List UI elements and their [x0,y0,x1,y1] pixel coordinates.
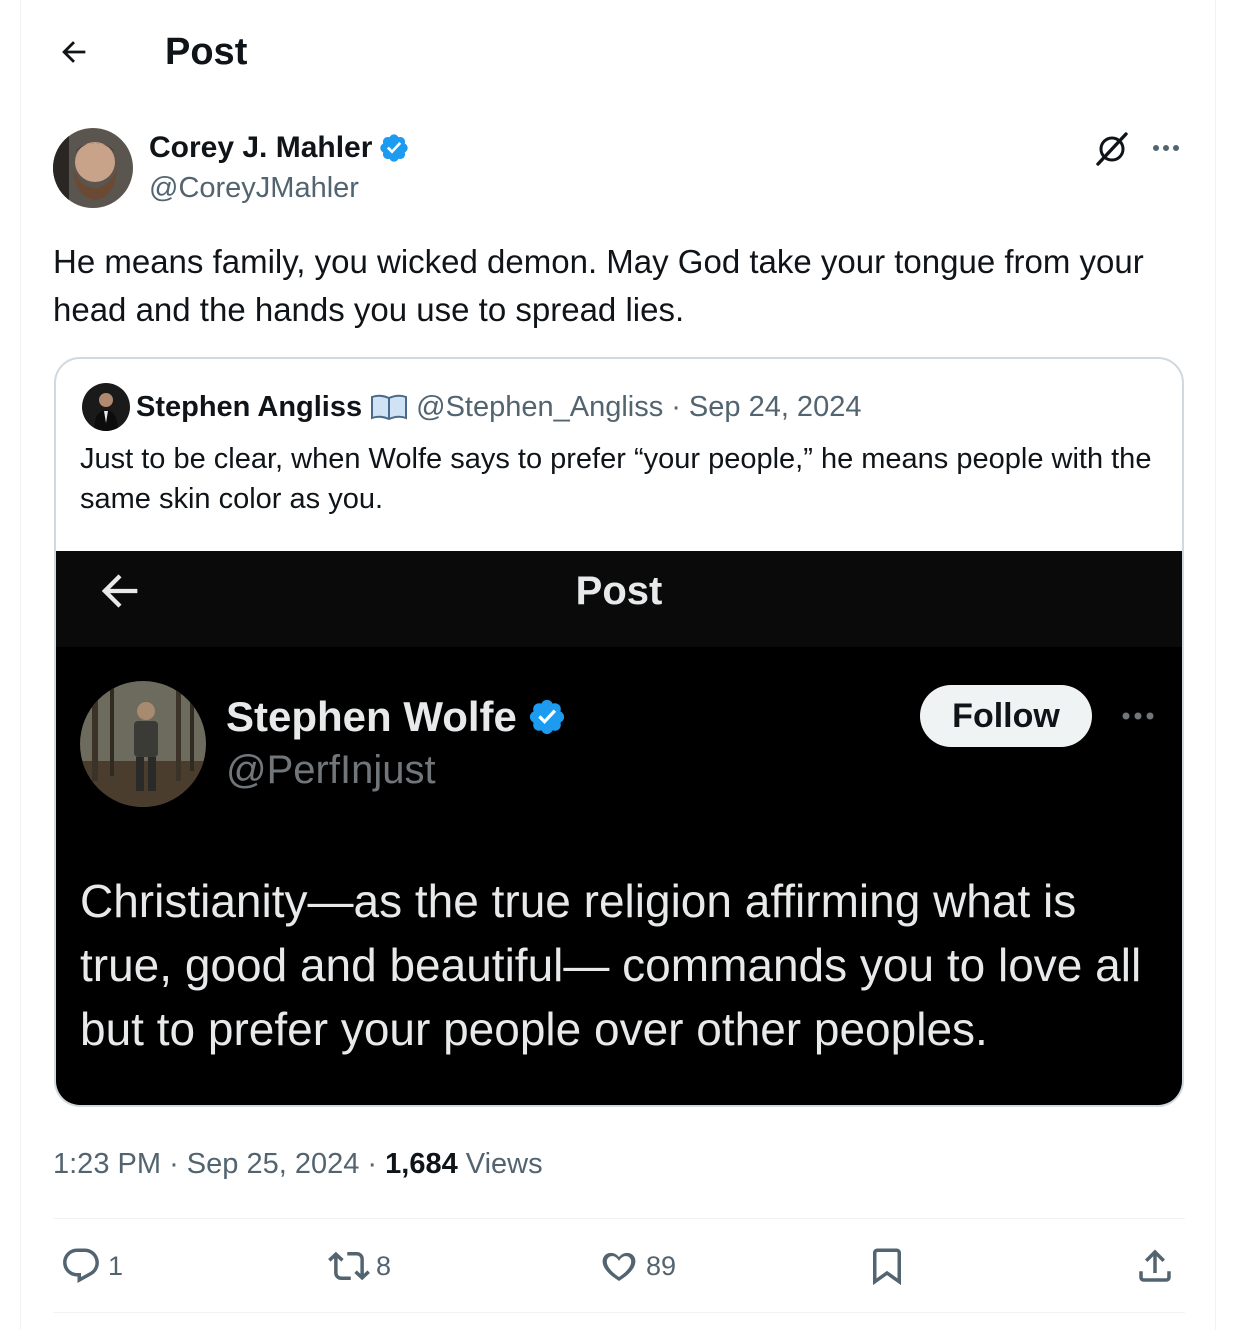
quoted-tweet[interactable]: Stephen Angliss @Stephen_Angliss · Sep 2… [54,357,1184,1107]
meta-separator: · [169,1148,179,1180]
repost-icon [328,1251,370,1281]
quote-image[interactable]: Post Stephen Wolfe @PerfInjust Follow Ch… [56,551,1182,1105]
quote-avatar[interactable] [82,383,130,431]
views-count: 1,684 [385,1148,458,1180]
reply-icon [63,1248,99,1283]
divider [53,1218,1185,1219]
quote-text: Just to be clear, when Wolfe says to pre… [80,443,1152,515]
quote-author-name[interactable]: Stephen Angliss [136,389,362,425]
grok-icon[interactable] [1092,128,1132,168]
more-options-icon[interactable] [1146,130,1186,166]
image-page-title: Post [575,569,663,613]
image-author-name: Stephen Wolfe [226,691,567,743]
like-count: 89 [646,1250,677,1281]
author-handle[interactable]: @CoreyJMahler [149,170,359,206]
image-author-name-text: Stephen Wolfe [226,693,517,740]
quote-date[interactable]: Sep 24, 2024 [689,389,862,425]
image-more-icon [1116,701,1160,731]
open-book-icon [371,394,408,421]
reply-button[interactable]: 1 [60,1240,123,1292]
quote-author-handle[interactable]: @Stephen_Angliss [416,389,663,425]
views-label: Views [465,1148,543,1180]
bookmark-icon [873,1248,901,1286]
avatar[interactable] [53,128,133,208]
heart-icon [602,1252,636,1282]
like-button[interactable]: 89 [598,1240,676,1292]
share-icon [1139,1249,1171,1282]
quote-author[interactable]: Stephen Angliss @Stephen_Angliss · Sep 2… [136,389,861,425]
post-time[interactable]: 1:23 PM [53,1148,161,1180]
verified-badge-icon [380,134,409,162]
post-metadata: 1:23 PM · Sep 25, 2024 · 1,684 Views [53,1144,543,1184]
page-title: Post [165,31,248,73]
author-name-text[interactable]: Corey J. Mahler [149,130,372,166]
back-arrow-icon[interactable] [50,28,98,76]
bookmark-button[interactable] [866,1240,908,1292]
image-follow-button: Follow [920,685,1092,747]
quote-separator: · [671,391,681,423]
post-date[interactable]: Sep 25, 2024 [187,1148,360,1180]
repost-count: 8 [376,1250,392,1281]
image-verified-badge-icon [529,699,564,735]
author-name[interactable]: Corey J. Mahler [149,130,410,166]
image-author-handle: @PerfInjust [226,748,436,792]
image-post-text: Christianity—as the true religion affirm… [80,875,1142,1055]
divider [53,1312,1185,1313]
tweet-text: He means family, you wicked demon. May G… [53,243,1144,328]
reply-count: 1 [108,1250,124,1281]
repost-button[interactable]: 8 [328,1240,391,1292]
image-avatar [80,681,206,807]
share-button[interactable] [1134,1240,1176,1292]
image-header: Post [56,551,1182,647]
meta-separator: · [367,1148,378,1180]
